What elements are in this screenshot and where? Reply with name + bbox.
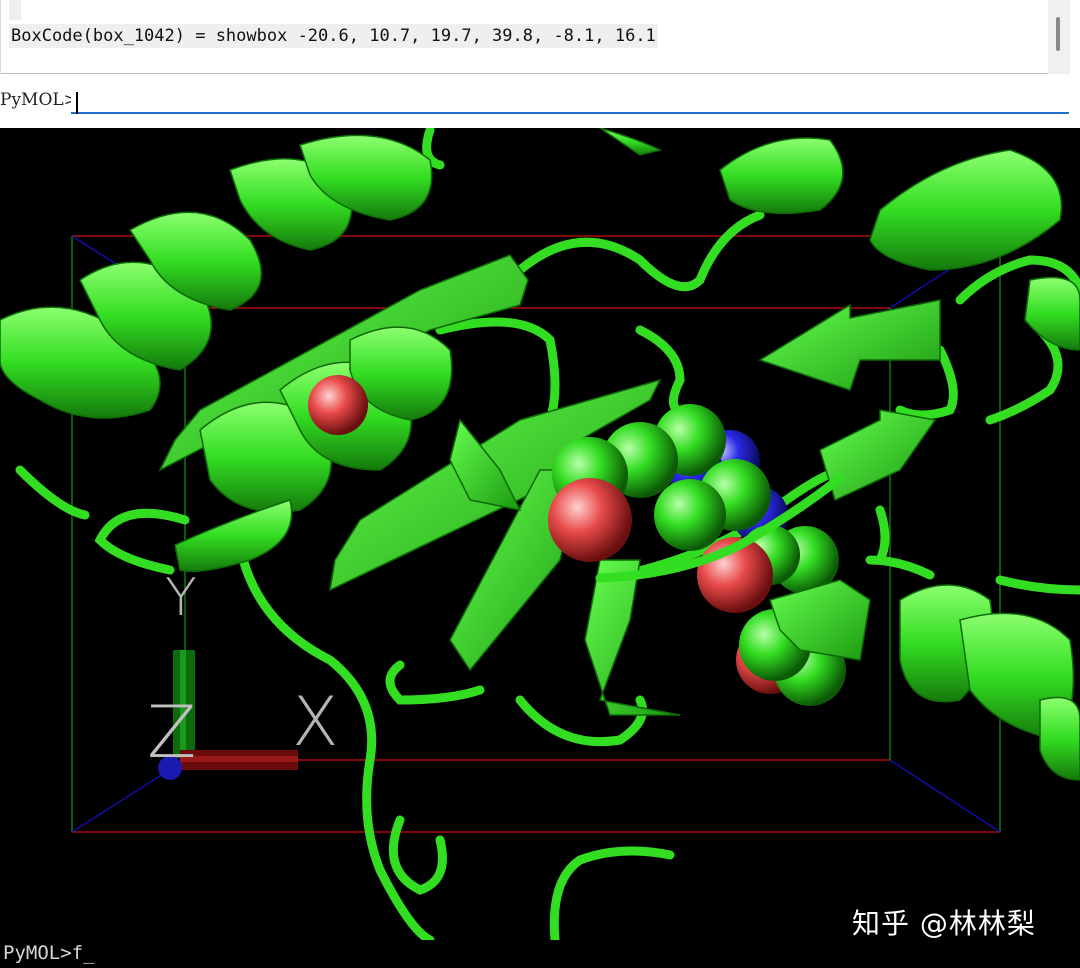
log-previous-line [9, 0, 21, 20]
command-row: PyMOL> [0, 84, 1080, 120]
log-scroll-thumb[interactable] [1056, 17, 1060, 51]
internal-command-text: PyMOL>f_ [3, 942, 95, 964]
watermark-text: 知乎 @林林梨 [852, 907, 1036, 940]
axis-label-y: Y [165, 568, 197, 628]
command-input[interactable] [71, 86, 1069, 114]
log-line-boxcode: BoxCode(box_1042) = showbox -20.6, 10.7,… [9, 24, 658, 48]
output-log[interactable]: BoxCode(box_1042) = showbox -20.6, 10.7,… [0, 0, 1070, 74]
viewer-scene [0, 128, 1080, 940]
molecular-viewer[interactable]: Y Z X [0, 128, 1080, 940]
internal-command-bar[interactable]: PyMOL>f_ [0, 940, 1080, 968]
axis-label-x: X [292, 683, 339, 762]
command-prompt-label: PyMOL> [0, 90, 78, 110]
axis-label-z: Z [147, 690, 197, 774]
text-caret [76, 92, 78, 114]
